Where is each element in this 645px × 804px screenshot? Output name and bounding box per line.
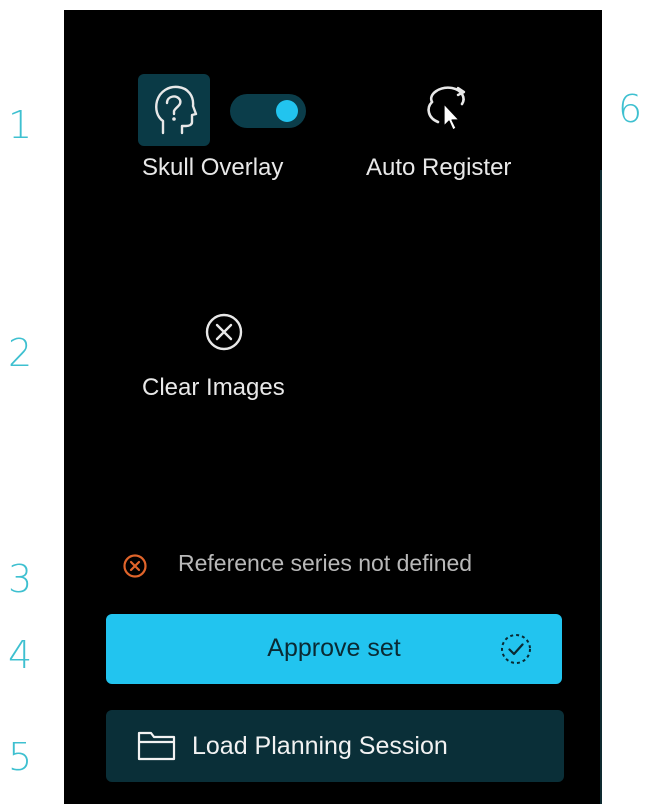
toggle-knob [276, 100, 298, 122]
callout-1: 1 [8, 103, 33, 147]
load-planning-session-button[interactable]: Load Planning Session [106, 710, 564, 782]
callout-4: 4 [8, 633, 33, 677]
skull-overlay-label: Skull Overlay [142, 154, 284, 181]
clear-images-label: Clear Images [142, 374, 285, 401]
close-circle-icon[interactable] [204, 312, 244, 352]
head-profile-icon [155, 85, 198, 135]
callout-6: 6 [618, 87, 643, 131]
folder-icon [137, 731, 176, 761]
check-circle-icon [501, 634, 531, 664]
rotate-cursor-icon[interactable] [418, 80, 478, 136]
callout-2: 2 [8, 331, 33, 375]
approve-set-label: Approve set [267, 634, 401, 662]
callout-5: 5 [8, 735, 33, 779]
skull-overlay-toggle[interactable] [230, 94, 306, 128]
load-planning-session-label: Load Planning Session [192, 732, 448, 760]
approve-set-button[interactable]: Approve set [106, 614, 562, 684]
error-circle-icon [123, 554, 147, 578]
status-message: Reference series not defined [178, 550, 473, 576]
panel-edge [600, 170, 602, 804]
skull-overlay-button[interactable] [138, 74, 210, 146]
auto-register-label: Auto Register [366, 154, 512, 181]
callout-3: 3 [8, 557, 33, 601]
